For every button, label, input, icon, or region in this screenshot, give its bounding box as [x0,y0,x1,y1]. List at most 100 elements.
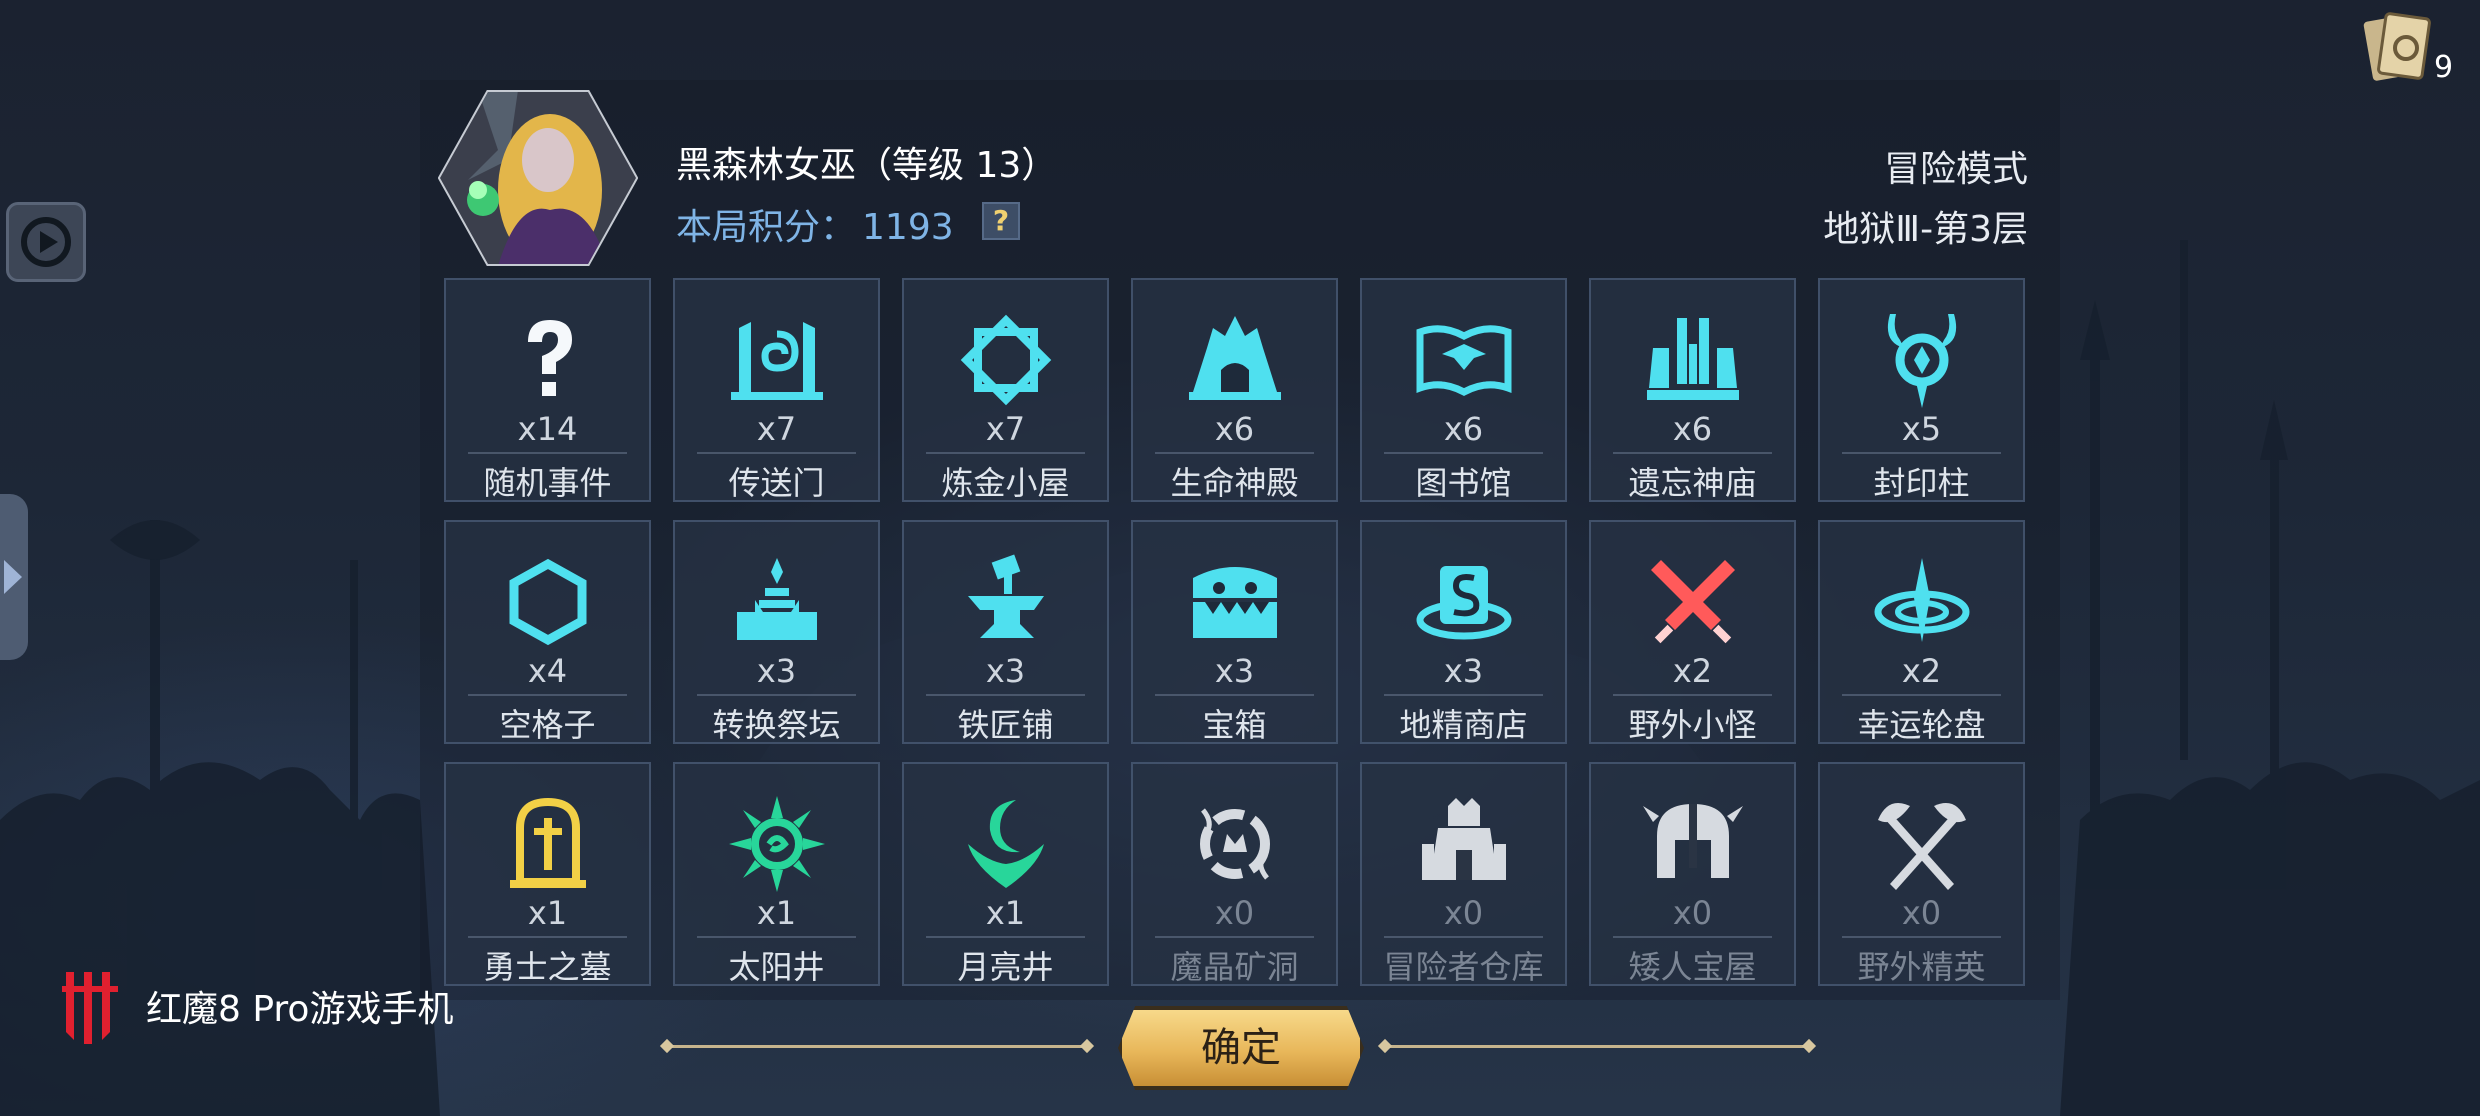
phone-brand-watermark: 红魔8 Pro游戏手机 [60,966,453,1046]
tile-lucky-wheel[interactable]: x2 幸运轮盘 [1818,520,2025,744]
moon-well-icon [967,800,1044,888]
crossed-axes-icon [1877,803,1966,890]
tile-name: 太阳井 [728,948,825,986]
life-temple-icon [1188,316,1281,400]
tile-blacksmith[interactable]: x3 铁匠铺 [902,520,1109,744]
tile-name: 封印柱 [1873,464,1970,502]
tile-count: x6 [1443,410,1484,448]
tile-divider [926,452,1085,454]
side-drawer-tab[interactable] [0,494,28,660]
tile-count: x7 [985,410,1026,448]
hexagon-icon [509,558,586,646]
portal-icon [730,322,823,400]
tile-adventurer-warehouse[interactable]: x0 冒险者仓库 [1360,762,1567,986]
anvil-icon [967,554,1044,638]
score-line: 本局积分： 1193 [676,198,954,250]
tile-divider [697,936,856,938]
confirm-divider-left [668,1045,1086,1048]
tile-library[interactable]: x6 图书馆 [1360,278,1567,502]
tile-divider [926,694,1085,696]
altar-icon [736,558,817,640]
score-label: 本局积分： [676,207,857,248]
tile-count: x1 [756,894,797,932]
tile-count: x0 [1672,894,1713,932]
tile-warrior-tomb[interactable]: x1 勇士之墓 [444,762,651,986]
warrior-tomb-icon [509,797,586,888]
treasure-chest-icon [1192,567,1277,638]
room-type-grid: x14 随机事件 x7 传送门 x7 炼金小屋 x6 生命神殿 x6 图书馆 x… [444,278,2030,986]
tile-count: x2 [1901,652,1942,690]
tile-count: x6 [1672,410,1713,448]
confirm-button[interactable]: 确定 [1118,1006,1364,1090]
tile-name: 幸运轮盘 [1857,706,1986,744]
forgotten-temple-icon [1646,318,1739,400]
game-mode-label: 冒险模式 [1883,149,2028,190]
tile-name: 随机事件 [483,464,612,502]
tile-name: 遗忘神庙 [1628,464,1757,502]
tile-field-monster[interactable]: x2 野外小怪 [1589,520,1796,744]
tile-divider [1384,694,1543,696]
tile-alchemy-hut[interactable]: x7 炼金小屋 [902,278,1109,502]
adventurer-warehouse-icon [1421,798,1506,880]
tile-portal[interactable]: x7 传送门 [673,278,880,502]
tile-count: x14 [517,410,578,448]
score-help-button[interactable]: ? [982,202,1020,240]
tile-divider [1842,936,2001,938]
tile-divider [1613,936,1772,938]
tile-name: 冒险者仓库 [1383,948,1544,986]
tile-life-temple[interactable]: x6 生命神殿 [1131,278,1338,502]
tile-name: 转换祭坛 [712,706,841,744]
brand-text: 红魔8 Pro游戏手机 [146,989,454,1030]
tile-name: 月亮井 [957,948,1054,986]
question-mark-icon [527,320,572,396]
tile-divider [1384,452,1543,454]
play-circle-icon [21,217,71,267]
deck-count: 9 [2434,50,2454,85]
sun-well-icon [728,796,825,892]
tile-field-elite[interactable]: x0 野外精英 [1818,762,2025,986]
tile-dwarf-treasure-house[interactable]: x0 矮人宝屋 [1589,762,1796,986]
tile-count: x3 [985,652,1026,690]
tile-divider [926,936,1085,938]
tile-name: 勇士之墓 [483,948,612,986]
tile-empty-cell[interactable]: x4 空格子 [444,520,651,744]
tile-count: x3 [756,652,797,690]
tile-divider [1384,936,1543,938]
tile-count: x1 [527,894,568,932]
tile-moon-well[interactable]: x1 月亮井 [902,762,1109,986]
tile-divider [697,694,856,696]
score-value: 1193 [862,207,954,248]
tile-crystal-mine[interactable]: x0 魔晶矿洞 [1131,762,1338,986]
tile-goblin-shop[interactable]: x3 地精商店 [1360,520,1567,744]
tile-divider [468,694,627,696]
tile-name: 空格子 [499,706,596,744]
tile-name: 魔晶矿洞 [1170,948,1299,986]
tile-treasure-chest[interactable]: x3 宝箱 [1131,520,1338,744]
tile-name: 传送门 [728,464,825,502]
tile-name: 野外精英 [1857,948,1986,986]
hero-title: 黑森林女巫（等级 13） [676,145,1058,186]
tile-count: x4 [527,652,568,690]
crossed-swords-icon [1650,560,1735,644]
chevron-right-icon [4,560,22,594]
tile-random-event[interactable]: x14 随机事件 [444,278,651,502]
replay-button[interactable] [6,202,86,282]
dwarf-helmet-icon [1642,804,1743,878]
tile-name: 宝箱 [1202,706,1267,744]
tile-sun-well[interactable]: x1 太阳井 [673,762,880,986]
tile-divider [1842,452,2001,454]
tile-count: x5 [1901,410,1942,448]
seal-pillar-icon [1887,314,1956,408]
floor-label: 地狱Ⅲ-第3层 [1823,209,2028,250]
tile-name: 生命神殿 [1170,464,1299,502]
tile-conversion-altar[interactable]: x3 转换祭坛 [673,520,880,744]
tile-divider [1155,694,1314,696]
tile-name: 野外小怪 [1628,706,1757,744]
confirm-divider-right [1386,1045,1808,1048]
tile-forgotten-temple[interactable]: x6 遗忘神庙 [1589,278,1796,502]
alchemy-icon [960,314,1051,406]
tile-divider [1155,936,1314,938]
tile-seal-pillar[interactable]: x5 封印柱 [1818,278,2025,502]
tile-count: x2 [1672,652,1713,690]
tile-count: x0 [1443,894,1484,932]
